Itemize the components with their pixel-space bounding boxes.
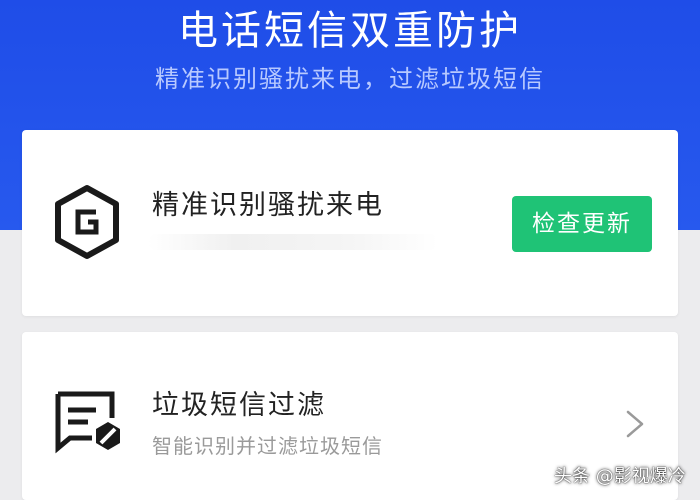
check-update-button[interactable]: 检查更新 [512,196,652,252]
harassment-call-title: 精准识别骚扰来电 [152,190,384,221]
spam-message-filter-icon [52,388,128,454]
watermark-text: 头条 @影视爆冷 [554,466,686,487]
harassment-call-card: 精准识别骚扰来电 检查更新 [22,130,678,316]
spam-sms-filter-description: 智能识别并过滤垃圾短信 [152,434,383,458]
page-subtitle: 精准识别骚扰来电，过滤垃圾短信 [155,65,545,93]
chevron-right-icon[interactable] [622,409,648,439]
hexagon-g-shield-icon [52,184,122,260]
spam-sms-filter-title: 垃圾短信过滤 [152,390,326,421]
page-title: 电话短信双重防护 [178,8,522,54]
blurred-description [148,234,438,250]
